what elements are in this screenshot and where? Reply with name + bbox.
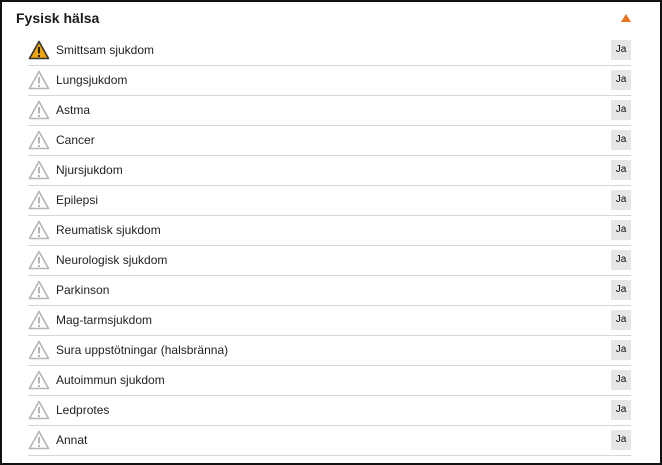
- list-item: Annat Ja: [28, 426, 631, 456]
- yes-button[interactable]: Ja: [611, 220, 631, 240]
- list-item-label: Mag-tarmsjukdom: [56, 313, 153, 327]
- yes-button[interactable]: Ja: [611, 100, 631, 120]
- warning-icon: [28, 400, 50, 420]
- yes-button[interactable]: Ja: [611, 250, 631, 270]
- yes-button[interactable]: Ja: [611, 340, 631, 360]
- warning-icon: [28, 430, 50, 450]
- triangle-up-icon[interactable]: [619, 12, 633, 24]
- warning-icon: [28, 280, 50, 300]
- warning-icon: [28, 250, 50, 270]
- list-item: Neurologisk sjukdom Ja: [28, 246, 631, 276]
- yes-button[interactable]: Ja: [611, 370, 631, 390]
- yes-button[interactable]: Ja: [611, 40, 631, 60]
- list-item-label: Lungsjukdom: [56, 73, 128, 87]
- list-item-label: Smittsam sjukdom: [56, 43, 155, 57]
- list-item-label: Autoimmun sjukdom: [56, 373, 165, 387]
- warning-icon: [28, 220, 50, 240]
- list-item: Ledprotes Ja: [28, 396, 631, 426]
- list-item: Smittsam sjukdom Ja: [28, 36, 631, 66]
- section-title: Fysisk hälsa: [16, 10, 100, 26]
- list-item-label: Astma: [56, 103, 91, 117]
- condition-list: Smittsam sjukdom Ja Lungsjukdom Ja Astma Ja Ca…: [2, 36, 660, 456]
- yes-button[interactable]: Ja: [611, 130, 631, 150]
- warning-icon: [28, 370, 50, 390]
- warning-icon: [28, 100, 50, 120]
- warning-icon: [28, 310, 50, 330]
- list-item-label: Sura uppstötningar (halsbränna): [56, 343, 229, 357]
- list-item: Astma Ja: [28, 96, 631, 126]
- list-item: Reumatisk sjukdom Ja: [28, 216, 631, 246]
- yes-button[interactable]: Ja: [611, 280, 631, 300]
- list-item: Njursjukdom Ja: [28, 156, 631, 186]
- list-item-label: Annat: [56, 433, 88, 447]
- list-item-label: Reumatisk sjukdom: [56, 223, 161, 237]
- list-item-label: Cancer: [56, 133, 95, 147]
- warning-icon: [28, 160, 50, 180]
- list-item: Sura uppstötningar (halsbränna) Ja: [28, 336, 631, 366]
- list-item-label: Ledprotes: [56, 403, 110, 417]
- list-item-label: Parkinson: [56, 283, 110, 297]
- list-item: Lungsjukdom Ja: [28, 66, 631, 96]
- list-item: Mag-tarmsjukdom Ja: [28, 306, 631, 336]
- warning-icon: [28, 340, 50, 360]
- physical-health-panel: Fysisk hälsa Smittsam sjukdom Ja Lungsjukd…: [0, 0, 662, 465]
- list-item: Parkinson Ja: [28, 276, 631, 306]
- warning-icon: [28, 190, 50, 210]
- section-header[interactable]: Fysisk hälsa: [2, 2, 660, 36]
- list-item-label: Epilepsi: [56, 193, 99, 207]
- yes-button[interactable]: Ja: [611, 310, 631, 330]
- warning-icon: [28, 40, 50, 60]
- yes-button[interactable]: Ja: [611, 70, 631, 90]
- list-item: Cancer Ja: [28, 126, 631, 156]
- yes-button[interactable]: Ja: [611, 190, 631, 210]
- yes-button[interactable]: Ja: [611, 430, 631, 450]
- warning-icon: [28, 130, 50, 150]
- list-item-label: Njursjukdom: [56, 163, 123, 177]
- list-item-label: Neurologisk sjukdom: [56, 253, 168, 267]
- list-item: Autoimmun sjukdom Ja: [28, 366, 631, 396]
- yes-button[interactable]: Ja: [611, 160, 631, 180]
- list-item: Epilepsi Ja: [28, 186, 631, 216]
- warning-icon: [28, 70, 50, 90]
- yes-button[interactable]: Ja: [611, 400, 631, 420]
